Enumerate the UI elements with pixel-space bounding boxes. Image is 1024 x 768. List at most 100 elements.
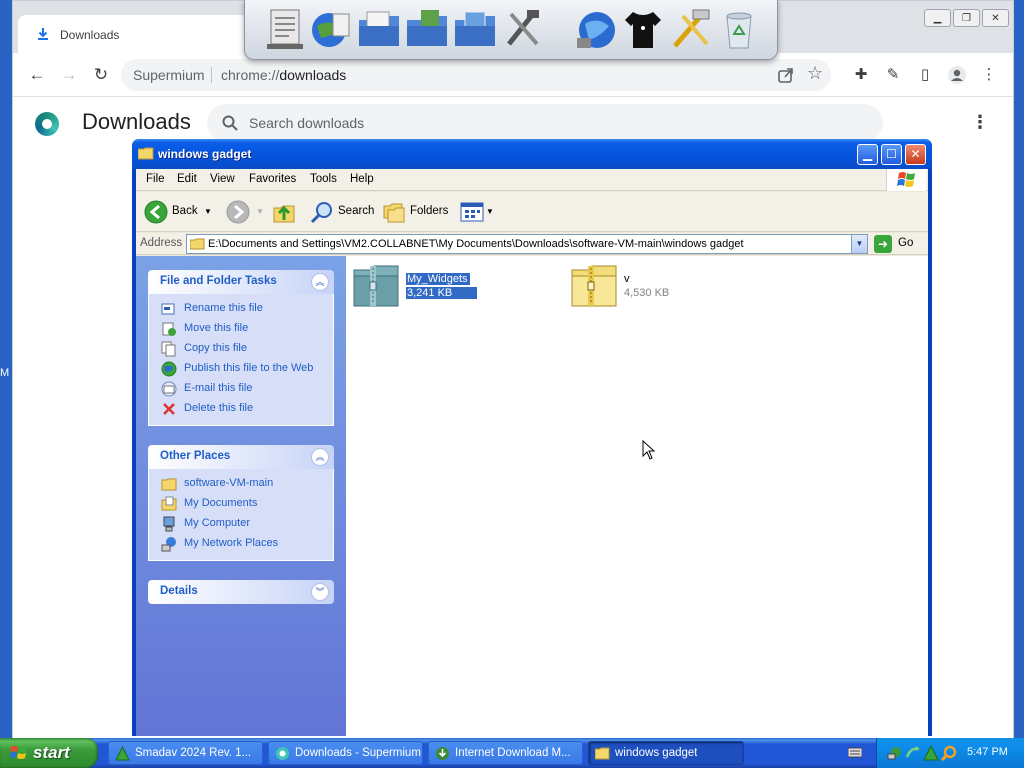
folder-pictures-icon[interactable] [453, 6, 497, 52]
search-downloads-input[interactable]: Search downloads [207, 104, 883, 142]
supermium-logo [35, 112, 59, 136]
search-button[interactable]: Search [310, 200, 376, 224]
folder-documents-icon[interactable] [357, 6, 401, 52]
profile-avatar-icon[interactable] [947, 65, 967, 85]
back-button[interactable]: Back ▼ [144, 200, 214, 224]
collapse-chevron-icon[interactable]: ︽ [311, 273, 329, 291]
dock-bar [244, 0, 778, 60]
explorer-title-bar[interactable]: windows gadget ▁ ☐ ✕ [132, 139, 932, 169]
taskbar-button-downloads-supermium[interactable]: Downloads - Supermium [268, 741, 423, 765]
place-my-documents[interactable]: My Documents [149, 494, 333, 514]
task-label: Publish this file to the Web [184, 362, 314, 374]
copy-icon [161, 341, 176, 357]
bookmark-star-icon[interactable]: ☆ [807, 63, 823, 84]
explorer-maximize-button[interactable]: ☐ [881, 144, 902, 165]
downloads-menu-icon[interactable]: ⋮ [971, 112, 989, 133]
place-software-vm-main[interactable]: software-VM-main [149, 474, 333, 494]
taskbar-button-smadav[interactable]: Smadav 2024 Rev. 1... [108, 741, 263, 765]
details-header[interactable]: Details ︾ [148, 580, 334, 604]
task-label: E-mail this file [184, 382, 253, 394]
folders-button[interactable]: Folders [382, 200, 448, 224]
go-label: Go [898, 237, 914, 249]
menu-view[interactable]: View [210, 173, 235, 185]
file-item-v[interactable]: v 4,530 KB [568, 264, 768, 308]
globe-icon [161, 361, 177, 377]
views-dropdown-icon[interactable]: ▼ [486, 207, 494, 216]
hammer-wrench-icon[interactable] [669, 6, 713, 52]
share-icon[interactable] [777, 66, 795, 84]
file-name: My_Widgets [406, 273, 470, 285]
task-delete[interactable]: Delete this file [149, 399, 333, 419]
tools-icon[interactable] [501, 6, 545, 52]
browser-menu-icon[interactable]: ⋮ [979, 65, 999, 85]
task-move[interactable]: Move this file [149, 319, 333, 339]
explorer-close-button[interactable]: ✕ [905, 144, 926, 165]
smadav-icon [115, 746, 130, 761]
go-arrow-icon: ➜ [874, 235, 892, 253]
menu-file[interactable]: File [146, 173, 165, 185]
network-globe-icon[interactable] [575, 6, 619, 52]
views-button[interactable]: ▼ [460, 200, 496, 224]
restore-button[interactable]: ❐ [953, 9, 980, 27]
place-my-computer[interactable]: My Computer [149, 514, 333, 534]
folder-music-icon[interactable] [405, 6, 449, 52]
other-places-header[interactable]: Other Places ︽ [148, 445, 334, 469]
expand-chevron-icon[interactable]: ︾ [311, 583, 329, 601]
place-my-network-places[interactable]: My Network Places [149, 534, 333, 554]
file-name: v [624, 273, 630, 285]
side-panel-icon[interactable]: ▯ [915, 65, 935, 85]
address-input[interactable]: E:\Documents and Settings\VM2.COLLABNET\… [186, 234, 868, 254]
file-view: My_Widgets 3,241 KB v 4,530 KB [346, 256, 928, 736]
task-publish[interactable]: Publish this file to the Web [149, 359, 333, 379]
extensions-icon[interactable]: ✚ [851, 65, 871, 85]
globe-documents-icon[interactable] [309, 6, 353, 52]
address-bar[interactable]: Supermium chrome://downloads ☆ [121, 59, 831, 91]
recycle-bin-icon[interactable] [717, 6, 761, 52]
explorer-body: File Edit View Favorites Tools Help Back… [136, 169, 928, 736]
file-size: 4,530 KB [624, 287, 670, 299]
up-folder-button[interactable] [272, 200, 298, 224]
windows-logo-icon [10, 746, 27, 759]
supermium-icon [276, 747, 289, 760]
menu-favorites[interactable]: Favorites [249, 173, 296, 185]
explorer-minimize-button[interactable]: ▁ [857, 144, 878, 165]
menu-tools[interactable]: Tools [310, 173, 337, 185]
rename-icon [161, 303, 175, 315]
start-button[interactable]: start [0, 738, 98, 768]
explorer-title: windows gadget [158, 147, 252, 161]
task-rename[interactable]: Rename this file [149, 299, 333, 319]
forward-dropdown-icon[interactable]: ▼ [256, 207, 264, 216]
collapse-chevron-icon[interactable]: ︽ [311, 448, 329, 466]
file-item-my-widgets[interactable]: My_Widgets 3,241 KB [350, 264, 550, 308]
task-email[interactable]: E-mail this file [149, 379, 333, 399]
file-folder-tasks-header[interactable]: File and Folder Tasks ︽ [148, 270, 334, 294]
menu-help[interactable]: Help [350, 173, 374, 185]
smadav-tray-icon[interactable] [923, 745, 939, 761]
document-monitor-icon[interactable] [263, 6, 307, 52]
reload-icon[interactable]: ↻ [91, 65, 111, 85]
brush-icon[interactable]: ✎ [883, 65, 903, 85]
idm-icon [436, 747, 449, 760]
menu-edit[interactable]: Edit [177, 173, 197, 185]
tab-downloads[interactable]: Downloads ✕ [18, 15, 258, 53]
taskbar-button-windows-gadget[interactable]: windows gadget [588, 741, 744, 765]
forward-arrow-icon [226, 200, 250, 224]
taskbar-clock: 5:47 PM [967, 746, 1008, 758]
desktop-edge-text: M [0, 367, 10, 379]
forward-button[interactable]: ▼ [226, 200, 266, 224]
back-arrow-icon[interactable]: ← [27, 65, 47, 85]
task-copy[interactable]: Copy this file [149, 339, 333, 359]
back-dropdown-icon[interactable]: ▼ [204, 207, 212, 216]
search-tray-icon[interactable] [941, 745, 957, 761]
arrows-tray-icon[interactable] [905, 745, 921, 761]
taskbar-button-internet-download-manager[interactable]: Internet Download M... [428, 741, 583, 765]
address-dropdown-icon[interactable]: ▼ [851, 235, 867, 253]
forward-arrow-icon[interactable]: → [59, 65, 79, 85]
tshirt-icon[interactable] [621, 6, 665, 52]
my-computer-icon [163, 516, 175, 532]
mouse-cursor-icon [642, 440, 656, 460]
keyboard-icon[interactable] [848, 746, 862, 758]
minimize-button[interactable]: ▁ [924, 9, 951, 27]
close-button[interactable]: ✕ [982, 9, 1009, 27]
network-tray-icon[interactable] [887, 745, 903, 761]
